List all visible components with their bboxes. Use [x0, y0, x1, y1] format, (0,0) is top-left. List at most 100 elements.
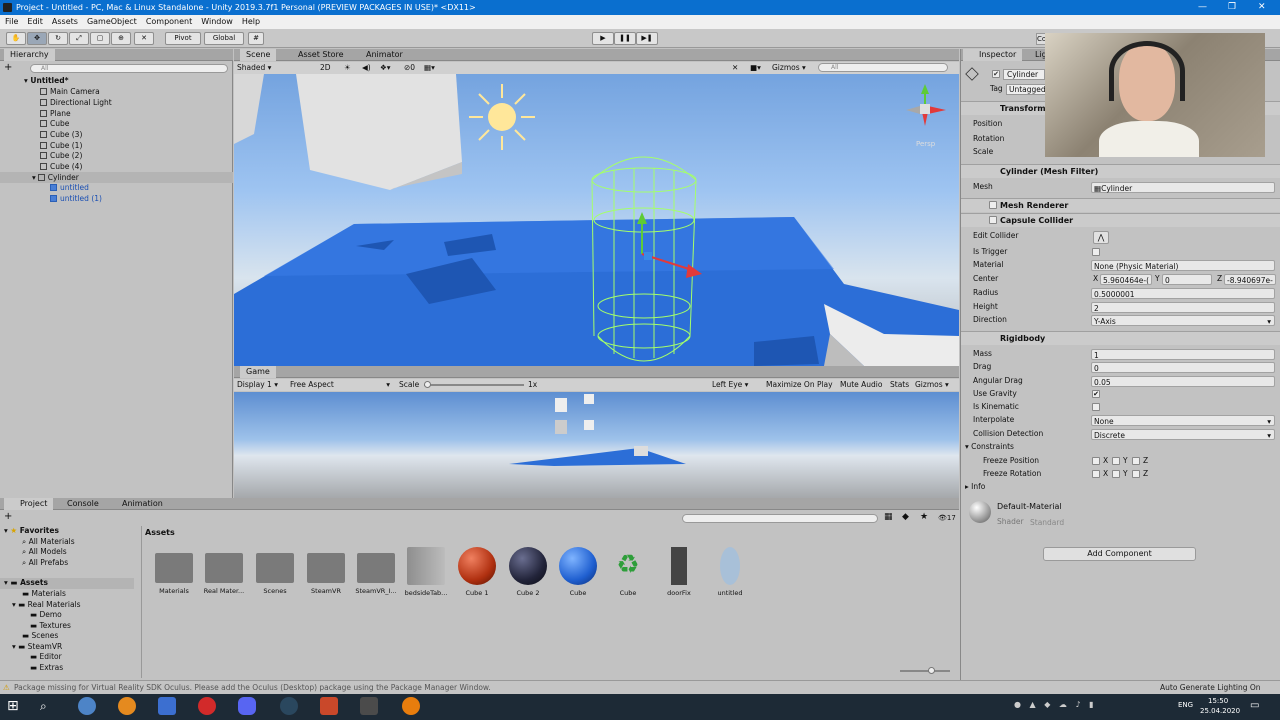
tab-asset-store[interactable]: Asset Store	[292, 49, 350, 61]
hierarchy-item[interactable]: Cube (2)	[0, 150, 233, 161]
tab-console[interactable]: Console	[55, 498, 105, 510]
center-z-field[interactable]: -8.940697e-	[1224, 274, 1276, 285]
favorites-header[interactable]: ▾ ★ Favorites	[4, 526, 59, 537]
asset-material[interactable]: Cube	[555, 547, 601, 597]
freeze-rotation-z-checkbox[interactable]	[1132, 470, 1140, 478]
edit-collider-button[interactable]: ⋀	[1093, 231, 1109, 244]
folder-item[interactable]: ▾ ▬ SteamVR	[12, 642, 62, 653]
direction-dropdown[interactable]: Y-Axis ▾	[1091, 315, 1275, 326]
use-gravity-checkbox[interactable]: ✔	[1092, 390, 1100, 398]
assets-root[interactable]: ▾ ▬ Assets	[0, 578, 134, 589]
mesh-field[interactable]: ▦Cylinder	[1091, 182, 1275, 193]
favorites-item[interactable]: ⌕ All Prefabs	[22, 558, 68, 569]
move-tool-button[interactable]: ✥	[27, 32, 47, 45]
folder-item[interactable]: ▾ ▬ Real Materials	[12, 600, 81, 611]
folder-item[interactable]: ▬ Materials	[22, 589, 66, 600]
hierarchy-item[interactable]: untitled	[0, 182, 233, 193]
favorites-item[interactable]: ⌕ All Models	[22, 547, 67, 558]
filter-by-label-icon[interactable]: ◆	[902, 512, 909, 522]
hierarchy-item[interactable]: Main Camera	[0, 86, 233, 97]
step-button[interactable]: ▶❚	[636, 32, 658, 45]
folder-item[interactable]: ▬ Textures	[30, 621, 71, 632]
mute-audio-toggle[interactable]: Mute Audio	[840, 379, 882, 391]
asset-folder[interactable]: Scenes	[252, 547, 298, 595]
menu-edit[interactable]: Edit	[22, 15, 47, 29]
menu-file[interactable]: File	[0, 15, 22, 29]
hierarchy-add-button[interactable]: +	[4, 63, 18, 74]
thumbnail-size-slider[interactable]	[900, 670, 950, 672]
scene-root-row[interactable]: ▾ Untitled*	[0, 75, 233, 86]
effects-toggle-icon[interactable]: ❖▾	[380, 62, 391, 74]
hierarchy-item[interactable]: Cube (3)	[0, 129, 233, 140]
tab-project[interactable]: Project	[4, 498, 54, 510]
tag-dropdown[interactable]: Untagged	[1006, 84, 1046, 95]
transform-tool-button[interactable]: ⊕	[111, 32, 131, 45]
gizmos-dropdown[interactable]: Gizmos ▾	[772, 62, 806, 74]
game-viewport[interactable]	[234, 392, 959, 498]
aspect-dropdown[interactable]: Free Aspect ▾	[290, 379, 390, 391]
folder-item[interactable]: ▬ Editor	[30, 652, 62, 663]
file-manager-icon[interactable]	[158, 697, 176, 715]
center-x-field[interactable]: 5.960464e-(	[1100, 274, 1152, 285]
favorites-item[interactable]: ⌕ All Materials	[22, 537, 75, 548]
is-trigger-checkbox[interactable]	[1092, 248, 1100, 256]
notifications-icon[interactable]: ▭	[1250, 700, 1259, 711]
media-app-icon[interactable]	[320, 697, 338, 715]
menu-window[interactable]: Window	[196, 15, 237, 29]
menu-assets[interactable]: Assets	[47, 15, 82, 29]
2d-toggle[interactable]: 2D	[320, 62, 331, 74]
menu-component[interactable]: Component	[141, 15, 196, 29]
shader-dropdown[interactable]: Standard	[1030, 517, 1270, 528]
freeze-rotation-y-checkbox[interactable]	[1112, 470, 1120, 478]
project-add-button[interactable]: +	[4, 512, 12, 522]
asset-model[interactable]: untitled	[707, 547, 753, 597]
opera-icon[interactable]	[198, 697, 216, 715]
drag-field[interactable]: 0	[1091, 362, 1275, 373]
eye-dropdown[interactable]: Left Eye ▾	[712, 379, 748, 391]
folder-item[interactable]: ▬ Demo	[30, 610, 62, 621]
hierarchy-search-input[interactable]: All	[30, 64, 228, 73]
folder-item[interactable]: ▬ Extras	[30, 663, 63, 674]
tab-game[interactable]: Game	[240, 366, 276, 378]
avast-icon[interactable]	[118, 697, 136, 715]
pause-button[interactable]: ❚❚	[614, 32, 636, 45]
status-message[interactable]: Package missing for Virtual Reality SDK …	[14, 681, 491, 695]
lighting-toggle-icon[interactable]: ☀	[344, 62, 351, 74]
grid-toggle-icon[interactable]: ▦▾	[424, 62, 435, 74]
view-orientation-gizmo[interactable]	[906, 84, 946, 126]
menu-gameobject[interactable]: GameObject	[82, 15, 141, 29]
mesh-renderer-enabled-checkbox[interactable]	[989, 201, 997, 209]
is-kinematic-checkbox[interactable]	[1092, 403, 1100, 411]
game-gizmos-dropdown[interactable]: Gizmos ▾	[915, 379, 949, 391]
tab-hierarchy[interactable]: Hierarchy	[4, 49, 55, 61]
interpolate-dropdown[interactable]: None ▾	[1091, 415, 1275, 426]
capsule-collider-enabled-checkbox[interactable]	[989, 216, 997, 224]
freeze-position-z-checkbox[interactable]	[1132, 457, 1140, 465]
hierarchy-item[interactable]: untitled (1)	[0, 193, 233, 204]
freeze-position-x-checkbox[interactable]	[1092, 457, 1100, 465]
steam-icon[interactable]	[280, 697, 298, 715]
asset-material[interactable]: Cube 1	[454, 547, 500, 597]
pivot-toggle[interactable]: Pivot	[165, 32, 201, 45]
filter-by-type-icon[interactable]: ▦	[884, 512, 893, 522]
rigidbody-header[interactable]: Rigidbody	[961, 331, 1280, 345]
radius-field[interactable]: 0.5000001	[1091, 288, 1275, 299]
rect-tool-button[interactable]: ▢	[90, 32, 110, 45]
browser-icon[interactable]	[78, 697, 96, 715]
object-name-field[interactable]: Cylinder	[1003, 69, 1045, 80]
asset-folder[interactable]: Materials	[151, 547, 197, 595]
asset-folder[interactable]: SteamVR	[303, 547, 349, 595]
rotate-tool-button[interactable]: ↻	[48, 32, 68, 45]
auto-lighting-status[interactable]: Auto Generate Lighting On	[1160, 681, 1261, 695]
tools-icon[interactable]: ✕	[732, 62, 738, 74]
stats-toggle[interactable]: Stats	[890, 379, 909, 391]
minimize-icon[interactable]: —	[1198, 0, 1207, 15]
global-toggle[interactable]: Global	[204, 32, 244, 45]
scale-tool-button[interactable]: ⤢	[69, 32, 89, 45]
tab-scene[interactable]: Scene	[240, 49, 277, 61]
windows-start-icon[interactable]: ⊞	[7, 697, 25, 715]
mass-field[interactable]: 1	[1091, 349, 1275, 360]
project-breadcrumb[interactable]: Assets	[145, 528, 175, 537]
center-y-field[interactable]: 0	[1162, 274, 1212, 285]
menu-help[interactable]: Help	[237, 15, 264, 29]
